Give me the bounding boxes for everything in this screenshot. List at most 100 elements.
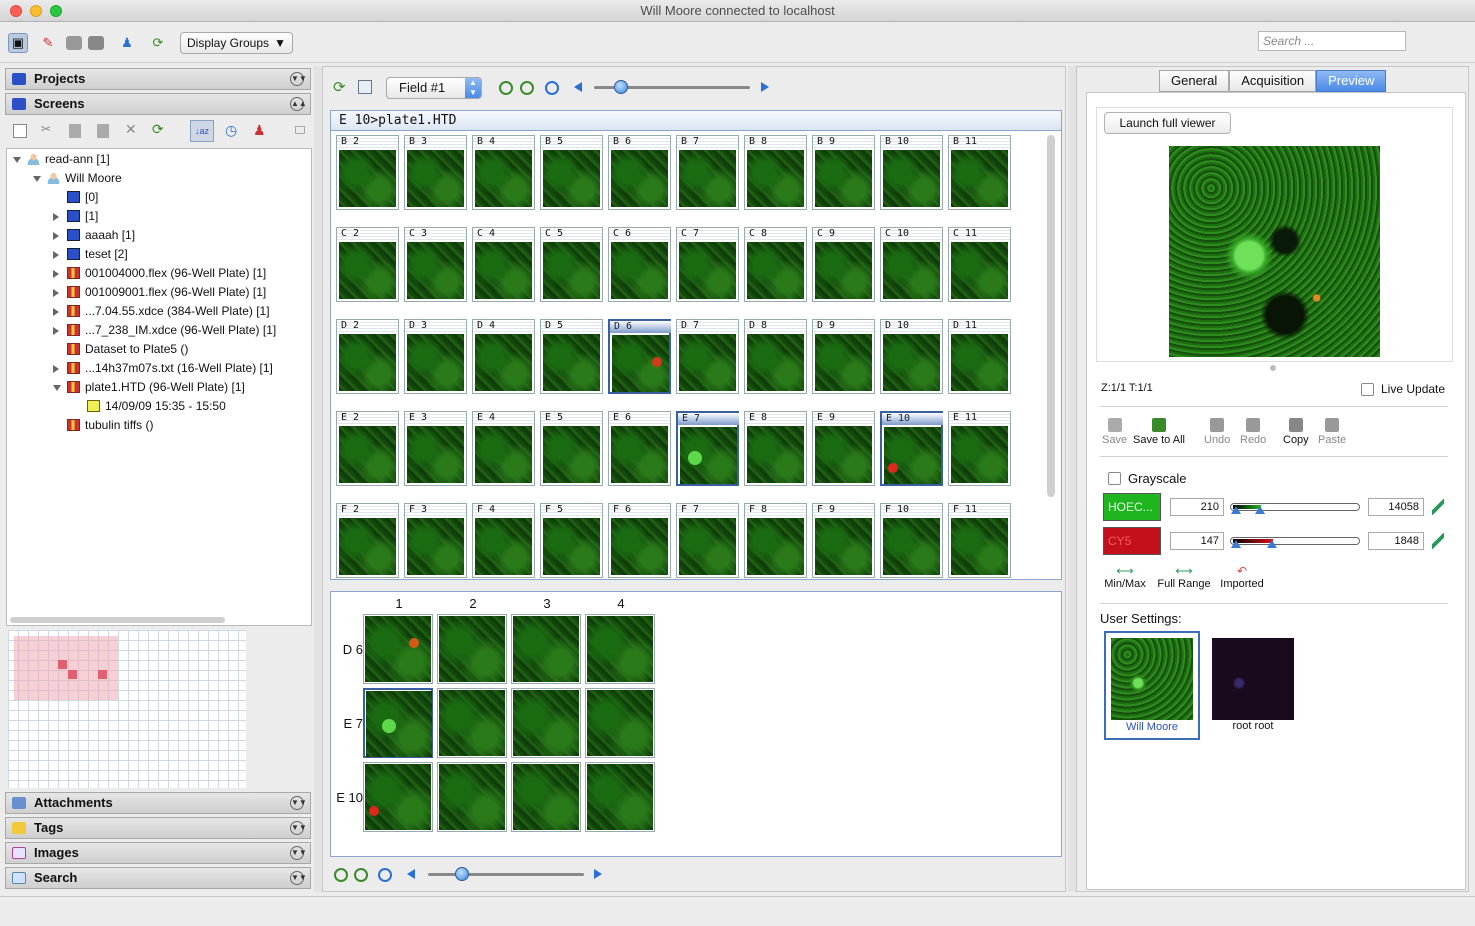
import-icon[interactable]: ⟳ bbox=[148, 33, 168, 53]
copy-icon[interactable] bbox=[69, 124, 81, 138]
min-max-button[interactable]: ⟷ Min/Max bbox=[1100, 564, 1150, 590]
collapsed-icon[interactable] bbox=[53, 270, 59, 278]
range-start-handle[interactable] bbox=[1231, 506, 1241, 514]
plate-well[interactable]: F 11 bbox=[948, 503, 1011, 578]
plate-well[interactable]: E 2 bbox=[336, 411, 399, 486]
plate-well[interactable]: B 6 bbox=[608, 135, 671, 210]
grid-scrollbar[interactable] bbox=[1047, 135, 1055, 497]
field-thumbnail[interactable] bbox=[511, 762, 581, 832]
people-filter-icon[interactable]: ♟ bbox=[253, 122, 266, 139]
field-thumbnail[interactable] bbox=[511, 688, 581, 758]
plate-well[interactable]: D 6 bbox=[608, 319, 671, 394]
tree-row[interactable]: read-ann [1] bbox=[7, 150, 307, 169]
expanded-icon[interactable] bbox=[53, 385, 61, 391]
plate-well[interactable]: D 7 bbox=[676, 319, 739, 394]
plate-well[interactable]: D 10 bbox=[880, 319, 943, 394]
projects-header[interactable]: Projects ▼▼ bbox=[5, 68, 311, 90]
plate-well[interactable]: F 9 bbox=[812, 503, 875, 578]
collapsed-icon[interactable] bbox=[53, 365, 59, 373]
plate-well[interactable]: D 3 bbox=[404, 319, 467, 394]
full-range-button[interactable]: ⟷ Full Range bbox=[1156, 564, 1212, 590]
plate-well[interactable]: B 3 bbox=[404, 135, 467, 210]
live-update-checkbox[interactable] bbox=[1361, 383, 1374, 396]
sort-icon[interactable]: ↓az bbox=[190, 120, 214, 142]
tree-row[interactable]: ...14h37m07s.txt (16-Well Plate) [1] bbox=[7, 359, 307, 378]
right-splitter[interactable] bbox=[1068, 66, 1076, 892]
plate-well[interactable]: F 10 bbox=[880, 503, 943, 578]
channel-range-slider[interactable] bbox=[1230, 537, 1360, 548]
display-groups-dropdown[interactable]: Display Groups ▼ bbox=[180, 32, 293, 54]
paste-icon[interactable] bbox=[97, 124, 109, 138]
zoom-out-icon[interactable] bbox=[520, 81, 534, 95]
minimize-icon[interactable] bbox=[295, 126, 305, 134]
tree-row[interactable]: Will Moore bbox=[7, 169, 307, 188]
plate-well[interactable]: D 4 bbox=[472, 319, 535, 394]
plate-well[interactable]: C 3 bbox=[404, 227, 467, 302]
tree-row[interactable]: [1] bbox=[7, 207, 307, 226]
zoom-in-icon[interactable] bbox=[334, 868, 348, 882]
field-thumbnail[interactable] bbox=[363, 614, 433, 684]
field-thumbnail[interactable] bbox=[437, 614, 507, 684]
refresh-icon[interactable]: ⟳ bbox=[333, 78, 346, 96]
undo-button[interactable]: Undo bbox=[1204, 418, 1230, 446]
plate-well[interactable]: C 10 bbox=[880, 227, 943, 302]
channel-2-button[interactable]: CY5 bbox=[1103, 527, 1161, 555]
field-thumbnail[interactable] bbox=[585, 762, 655, 832]
tags-header[interactable]: Tags ▼▼ bbox=[5, 817, 311, 839]
tree-row[interactable]: teset [2] bbox=[7, 245, 307, 264]
tree-row[interactable]: ...7.04.55.xdce (384-Well Plate) [1] bbox=[7, 302, 307, 321]
field-select[interactable]: Field #1 ▲ ▼ bbox=[386, 77, 482, 99]
plate-well[interactable]: E 5 bbox=[540, 411, 603, 486]
channel-max-input[interactable]: 1848 bbox=[1368, 532, 1424, 550]
channel-min-input[interactable]: 210 bbox=[1170, 498, 1224, 516]
plate-well[interactable]: B 7 bbox=[676, 135, 739, 210]
field-thumbnail[interactable] bbox=[437, 688, 507, 758]
plate-well[interactable]: D 9 bbox=[812, 319, 875, 394]
plate-well[interactable]: D 5 bbox=[540, 319, 603, 394]
plate-well[interactable]: B 10 bbox=[880, 135, 943, 210]
field-thumbnail[interactable] bbox=[511, 614, 581, 684]
expand-icon[interactable]: ▼▼ bbox=[290, 796, 307, 810]
zoom-out-icon[interactable] bbox=[354, 868, 368, 882]
grid-view-icon[interactable] bbox=[88, 36, 104, 50]
collapsed-icon[interactable] bbox=[53, 308, 59, 316]
expanded-icon[interactable] bbox=[33, 176, 41, 182]
tree-row[interactable]: Dataset to Plate5 () bbox=[7, 340, 307, 359]
close-window-button[interactable] bbox=[10, 5, 22, 17]
plate-well[interactable]: F 2 bbox=[336, 503, 399, 578]
tree-row[interactable]: ...7_238_IM.xdce (96-Well Plate) [1] bbox=[7, 321, 307, 340]
plate-well[interactable]: B 2 bbox=[336, 135, 399, 210]
plate-well[interactable]: F 3 bbox=[404, 503, 467, 578]
field-zoom-slider-knob[interactable] bbox=[455, 867, 469, 881]
tree-row[interactable]: 001004000.flex (96-Well Plate) [1] bbox=[7, 264, 307, 283]
plate-minimap[interactable] bbox=[8, 630, 246, 788]
zoom-fit-icon[interactable] bbox=[545, 81, 559, 95]
previous-arrow-icon[interactable] bbox=[407, 869, 415, 879]
tree-row[interactable]: [0] bbox=[7, 188, 307, 207]
attachments-header[interactable]: Attachments ▼▼ bbox=[5, 792, 311, 814]
channel-range-slider[interactable] bbox=[1230, 503, 1360, 514]
cut-icon[interactable]: ✂ bbox=[41, 122, 51, 136]
plate-well[interactable]: C 4 bbox=[472, 227, 535, 302]
hierarchy-view-icon[interactable]: ▣ bbox=[8, 33, 28, 53]
plate-well[interactable]: E 7 bbox=[676, 411, 739, 486]
next-arrow-icon[interactable] bbox=[761, 82, 769, 92]
field-thumbnail[interactable] bbox=[585, 614, 655, 684]
plate-well[interactable]: C 5 bbox=[540, 227, 603, 302]
save-button[interactable]: Save bbox=[1102, 418, 1127, 446]
expand-icon[interactable]: ▼▼ bbox=[290, 72, 307, 86]
tree-row[interactable]: plate1.HTD (96-Well Plate) [1] bbox=[7, 378, 307, 397]
redo-button[interactable]: Redo bbox=[1240, 418, 1266, 446]
channel-max-input[interactable]: 14058 bbox=[1368, 498, 1424, 516]
collapsed-icon[interactable] bbox=[53, 232, 59, 240]
screens-header[interactable]: Screens ▲▲ bbox=[5, 93, 311, 115]
plate-well[interactable]: E 11 bbox=[948, 411, 1011, 486]
image-info-icon[interactable] bbox=[358, 80, 372, 94]
field-thumbnail[interactable] bbox=[437, 762, 507, 832]
expand-icon[interactable]: ▼▼ bbox=[290, 871, 307, 885]
color-picker-icon[interactable] bbox=[1432, 533, 1444, 549]
tree-row[interactable]: 14/09/09 15:35 - 15:50 bbox=[7, 397, 307, 416]
plate-well[interactable]: C 7 bbox=[676, 227, 739, 302]
new-icon[interactable] bbox=[13, 124, 27, 138]
top-zoom-slider-knob[interactable] bbox=[614, 80, 628, 94]
